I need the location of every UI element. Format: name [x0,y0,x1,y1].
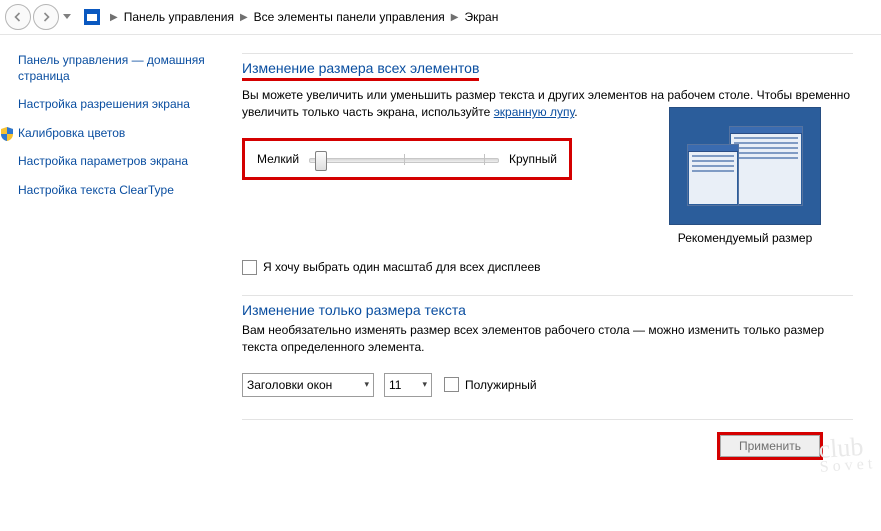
size-slider[interactable] [309,150,499,168]
history-dropdown[interactable] [60,5,74,29]
same-scale-label: Я хочу выбрать один масштаб для всех дис… [263,260,541,274]
same-scale-checkbox[interactable] [242,260,257,275]
slider-thumb[interactable] [315,151,327,171]
back-button[interactable] [5,4,31,30]
chevron-right-icon: ▶ [110,12,118,23]
slider-min-label: Мелкий [257,152,299,166]
shield-icon [0,126,15,142]
main-content: Изменение размера всех элементов Вы може… [218,35,881,531]
breadcrumb-item[interactable]: Все элементы панели управления [254,10,445,24]
preview-label: Рекомендуемый размер [669,231,821,245]
magnifier-link[interactable]: экранную лупу [494,105,575,119]
breadcrumb-item[interactable]: Панель управления [124,10,234,24]
breadcrumb-toolbar: ▶ Панель управления ▶ Все элементы панел… [0,0,881,35]
control-panel-icon [84,9,100,25]
same-scale-row: Я хочу выбрать один масштаб для всех дис… [242,260,853,275]
preview-block: Рекомендуемый размер [669,107,821,245]
apply-button-highlight: Применить [717,432,823,460]
sidebar-item-cleartype[interactable]: Настройка текста ClearType [18,183,218,199]
bold-checkbox[interactable] [444,377,459,392]
sidebar: Панель управления — домашняя страница На… [0,35,218,531]
chevron-right-icon: ▶ [451,12,459,23]
sidebar-home-link[interactable]: Панель управления — домашняя страница [18,53,218,84]
section2-title: Изменение только размера текста [242,302,853,318]
sidebar-item-resolution[interactable]: Настройка разрешения экрана [18,97,218,113]
size-slider-container: Мелкий Крупный [242,138,572,180]
section2-description: Вам необязательно изменять размер всех э… [242,322,853,357]
chevron-right-icon: ▶ [240,12,248,23]
breadcrumb-item[interactable]: Экран [464,10,498,24]
slider-max-label: Крупный [509,152,557,166]
section-title: Изменение размера всех элементов [242,60,853,81]
apply-row: Применить [242,419,853,460]
chevron-down-icon: ▾ [422,379,427,390]
sidebar-item-calibration[interactable]: Калибровка цветов [18,126,125,142]
element-select[interactable]: Заголовки окон▾ [242,373,374,397]
bold-label: Полужирный [465,378,537,392]
forward-button[interactable] [33,4,59,30]
apply-button[interactable]: Применить [720,435,820,457]
font-size-select[interactable]: 11▾ [384,373,432,397]
preview-image [669,107,821,225]
chevron-down-icon: ▾ [364,379,369,390]
text-size-controls: Заголовки окон▾ 11▾ Полужирный [242,373,853,397]
sidebar-item-display-settings[interactable]: Настройка параметров экрана [18,154,218,170]
